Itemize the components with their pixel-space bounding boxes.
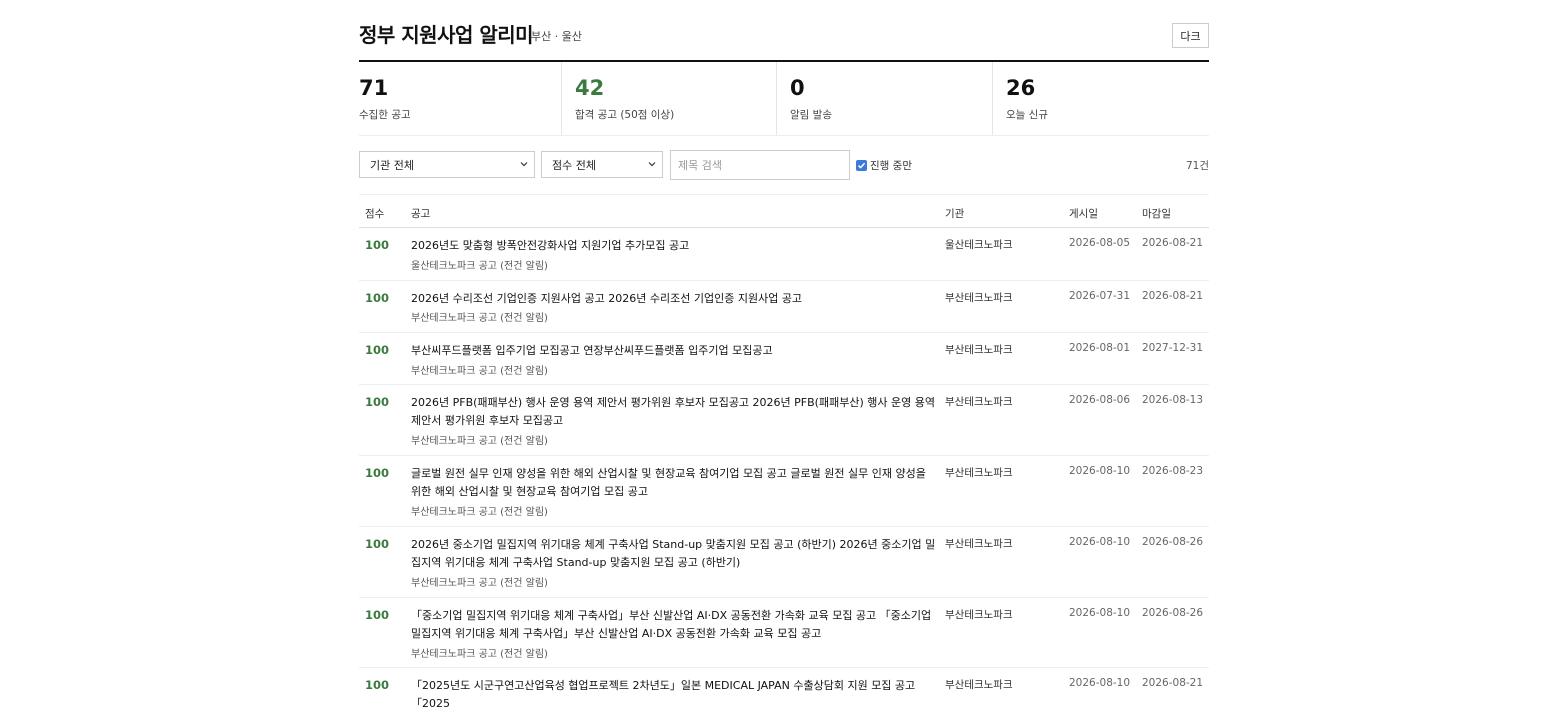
table-row[interactable]: 100 2026년 중소기업 밀집지역 위기대응 체계 구축사업 Stand-u…	[359, 527, 1209, 598]
posted-date: 2026-08-10	[1069, 536, 1131, 548]
score-select-value: 점수 전체	[552, 158, 596, 172]
notice-title[interactable]: 2026년 수리조선 기업인증 지원사업 공고 2026년 수리조선 기업인증 …	[411, 290, 937, 308]
notice-source: 부산테크노파크 공고 (전건 알림)	[411, 507, 548, 518]
result-count: 71건	[1185, 160, 1209, 172]
notice-title[interactable]: 글로벌 원전 실무 인재 양성을 위한 해외 산업시찰 및 현장교육 참여기업 …	[411, 465, 937, 501]
region-subtitle: 부산 · 울산	[531, 30, 582, 43]
stat-label: 오늘 신규	[1006, 109, 1048, 121]
table-row[interactable]: 100 글로벌 원전 실무 인재 양성을 위한 해외 산업시찰 및 현장교육 참…	[359, 456, 1209, 527]
stat-collected: 71 수집한 공고	[359, 62, 562, 135]
agency-name: 부산테크노파크	[945, 396, 1013, 408]
deadline-date: 2026-08-21	[1142, 677, 1204, 689]
stats-panel: 71 수집한 공고 42 합격 공고 (50점 이상) 0 알림 발송 26 오…	[359, 62, 1209, 136]
posted-date: 2026-07-31	[1069, 290, 1131, 302]
notice-source: 울산테크노파크 공고 (전건 알림)	[411, 261, 548, 272]
stat-label: 알림 발송	[790, 109, 832, 121]
filter-bar: 기관 전체 점수 전체 진행 중만 71건	[359, 136, 1209, 194]
posted-date: 2026-08-06	[1069, 394, 1131, 406]
notice-title[interactable]: 2026년 중소기업 밀집지역 위기대응 체계 구축사업 Stand-up 맞춤…	[411, 536, 937, 572]
title-search-input[interactable]	[670, 150, 850, 180]
score-value: 100	[365, 678, 390, 692]
table-row[interactable]: 100 2026년 PFB(패패부산) 행사 운영 용역 제안서 평가위원 후보…	[359, 385, 1209, 456]
posted-date: 2026-08-05	[1069, 237, 1131, 249]
agency-name: 부산테크노파크	[945, 609, 1013, 621]
column-header-posted[interactable]: 게시일	[1069, 206, 1098, 221]
table-row[interactable]: 100 부산씨푸드플랫폼 입주기업 모집공고 연장부산씨푸드플랫폼 입주기업 모…	[359, 333, 1209, 385]
notice-table-body: 100 2026년도 맞춤형 방폭안전강화사업 지원기업 추가모집 공고 울산테…	[359, 228, 1209, 728]
notice-title[interactable]: 2026년 PFB(패패부산) 행사 운영 용역 제안서 평가위원 후보자 모집…	[411, 394, 937, 430]
score-value: 100	[365, 343, 390, 357]
stat-label: 수집한 공고	[359, 109, 411, 121]
deadline-date: 2027-12-31	[1142, 342, 1204, 354]
agency-name: 부산테크노파크	[945, 679, 1013, 691]
agency-name: 부산테크노파크	[945, 292, 1013, 304]
posted-date: 2026-08-10	[1069, 465, 1131, 477]
deadline-date: 2026-08-26	[1142, 607, 1204, 619]
deadline-date: 2026-08-26	[1142, 536, 1204, 548]
stat-alerts-sent: 0 알림 발송	[777, 62, 993, 135]
posted-date: 2026-08-01	[1069, 342, 1131, 354]
column-header-deadline[interactable]: 마감일	[1142, 206, 1171, 221]
notice-title[interactable]: 「2025년도 시군구연고산업육성 협업프로젝트 2차년도」일본 MEDICAL…	[411, 677, 937, 713]
score-value: 100	[365, 395, 390, 409]
agency-name: 울산테크노파크	[945, 239, 1013, 251]
table-header: 점수 공고 기관 게시일 마감일	[359, 194, 1209, 228]
stat-value: 0	[790, 76, 805, 100]
notice-source: 부산테크노파크 공고 (전건 알림)	[411, 313, 548, 324]
table-row[interactable]: 100 2026년도 맞춤형 방폭안전강화사업 지원기업 추가모집 공고 울산테…	[359, 228, 1209, 281]
notice-source: 부산테크노파크 공고 (전건 알림)	[411, 649, 548, 660]
score-value: 100	[365, 466, 390, 480]
deadline-date: 2026-08-13	[1142, 394, 1204, 406]
table-row[interactable]: 100 「2025년도 시군구연고산업육성 협업프로젝트 2차년도」일본 MED…	[359, 668, 1209, 728]
agency-select[interactable]: 기관 전체	[359, 151, 535, 178]
deadline-date: 2026-08-21	[1142, 290, 1204, 302]
dashboard: 정부 지원사업 알리미 부산 · 울산 다크 71 수집한 공고 42 합격 공…	[359, 0, 1209, 728]
agency-name: 부산테크노파크	[945, 538, 1013, 550]
chevron-down-icon	[520, 162, 528, 167]
score-value: 100	[365, 608, 390, 622]
score-value: 100	[365, 537, 390, 551]
page-header: 정부 지원사업 알리미 부산 · 울산 다크	[359, 0, 1209, 62]
stat-value: 42	[575, 76, 605, 100]
score-value: 100	[365, 291, 390, 305]
checkbox-checked-icon[interactable]	[856, 160, 867, 171]
score-select[interactable]: 점수 전체	[541, 151, 663, 178]
notice-source: 부산테크노파크 공고 (전건 알림)	[411, 436, 548, 447]
deadline-date: 2026-08-23	[1142, 465, 1204, 477]
notice-title[interactable]: 부산씨푸드플랫폼 입주기업 모집공고 연장부산씨푸드플랫폼 입주기업 모집공고	[411, 342, 937, 360]
ongoing-only-label: 진행 중만	[870, 160, 912, 172]
notice-title[interactable]: 2026년도 맞춤형 방폭안전강화사업 지원기업 추가모집 공고	[411, 237, 937, 255]
chevron-down-icon	[648, 162, 656, 167]
agency-select-value: 기관 전체	[370, 158, 414, 172]
stat-passed: 42 합격 공고 (50점 이상)	[562, 62, 777, 135]
notice-title[interactable]: 「중소기업 밀집지역 위기대응 체계 구축사업」부산 신발산업 AI·DX 공동…	[411, 607, 937, 643]
stat-value: 71	[359, 76, 389, 100]
ongoing-only-checkbox[interactable]: 진행 중만	[856, 158, 912, 173]
table-row[interactable]: 100 2026년 수리조선 기업인증 지원사업 공고 2026년 수리조선 기…	[359, 281, 1209, 333]
posted-date: 2026-08-10	[1069, 607, 1131, 619]
column-header-notice[interactable]: 공고	[411, 206, 430, 221]
stat-value: 26	[1006, 76, 1036, 100]
agency-name: 부산테크노파크	[945, 467, 1013, 479]
deadline-date: 2026-08-21	[1142, 237, 1204, 249]
column-header-score[interactable]: 점수	[365, 206, 384, 221]
notice-source: 부산테크노파크 공고 (전건 알림)	[411, 578, 548, 589]
posted-date: 2026-08-10	[1069, 677, 1131, 689]
dark-mode-button[interactable]: 다크	[1172, 23, 1209, 48]
stat-new-today: 26 오늘 신규	[993, 62, 1209, 135]
score-value: 100	[365, 238, 390, 252]
column-header-agency[interactable]: 기관	[945, 206, 964, 221]
stat-label: 합격 공고 (50점 이상)	[575, 109, 675, 121]
app-title: 정부 지원사업 알리미	[359, 23, 534, 47]
table-row[interactable]: 100 「중소기업 밀집지역 위기대응 체계 구축사업」부산 신발산업 AI·D…	[359, 598, 1209, 668]
agency-name: 부산테크노파크	[945, 344, 1013, 356]
notice-source: 부산테크노파크 공고 (전건 알림)	[411, 366, 548, 377]
